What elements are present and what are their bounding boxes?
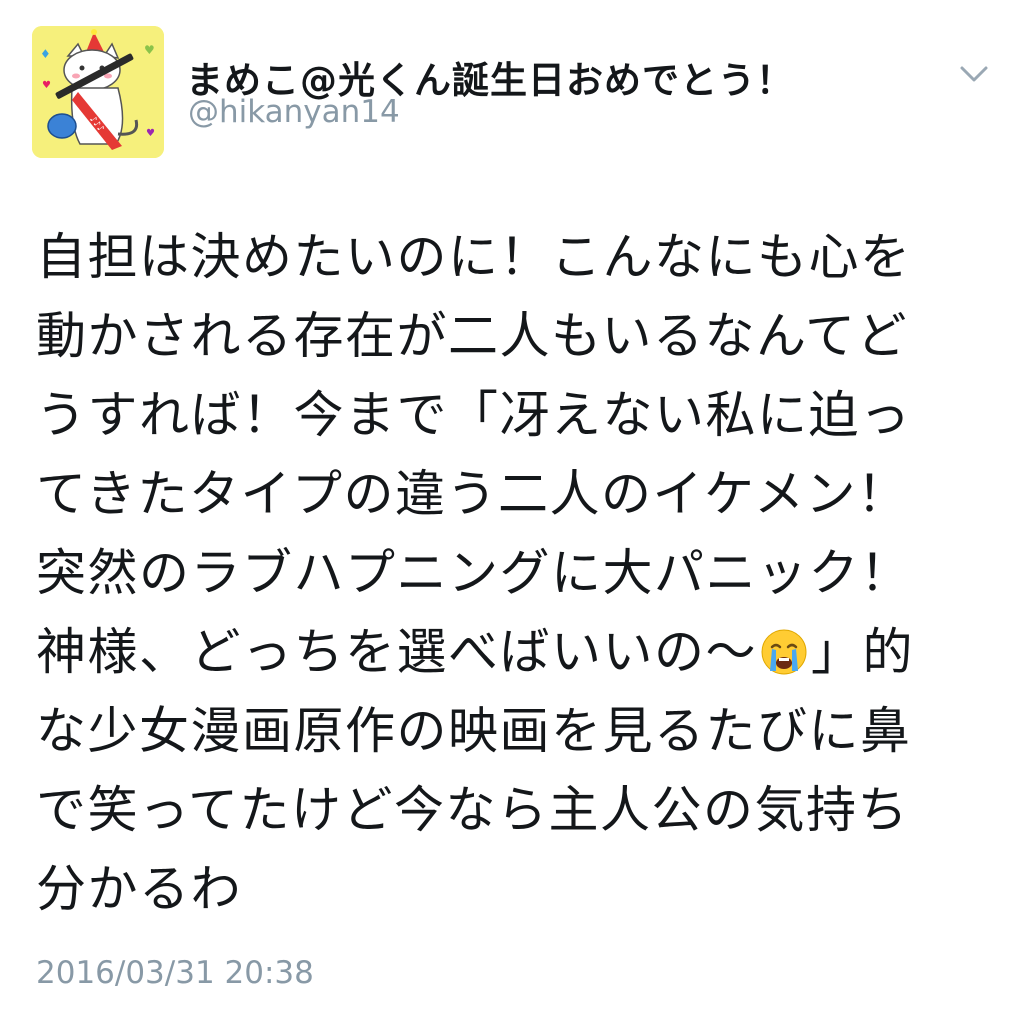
tweet-text-segment: 」的 — [811, 623, 914, 681]
chevron-down-icon[interactable] — [956, 56, 992, 92]
tweet-timestamp[interactable]: 2016/03/31 20:38 — [36, 955, 314, 991]
svg-text:♥: ♥ — [42, 80, 51, 91]
avatar[interactable]: ♦ ♥ ♥ ♥ ♪♪♪ — [32, 26, 164, 158]
svg-text:♦: ♦ — [40, 47, 51, 61]
tweet-text-line: 自担は決めたいのに！こんなにも心を — [36, 228, 912, 286]
tweet-text: 自担は決めたいのに！こんなにも心を 動かされる存在が二人もいるなんてど うすれば… — [36, 218, 986, 929]
svg-text:♥: ♥ — [144, 43, 155, 57]
tweet-text-segment: 神様、どっちを選べばいいの〜 — [36, 623, 757, 681]
tweet-text-line: 突然のラブハプニングに大パニック！ — [36, 544, 912, 602]
tweet-text-line: 神様、どっちを選べばいいの〜 」的 — [36, 613, 986, 692]
tweet-text-line: な少女漫画原作の映画を見るたびに鼻 — [36, 702, 912, 760]
loudly-crying-face-emoji-icon — [759, 621, 809, 675]
author-handle[interactable]: @hikanyan14 — [188, 94, 400, 130]
cat-with-guitar-avatar-icon: ♦ ♥ ♥ ♥ ♪♪♪ — [32, 26, 164, 158]
tweet-text-line: てきたタイプの違う二人のイケメン！ — [36, 465, 909, 523]
svg-text:♥: ♥ — [146, 128, 155, 139]
tweet-text-line: うすれば！今まで「冴えない私に迫っ — [36, 386, 912, 444]
tweet-text-line: 分かるわ — [36, 860, 242, 918]
tweet-text-line: 動かされる存在が二人もいるなんてど — [36, 307, 908, 365]
tweet-text-line: で笑ってたけど今なら主人公の気持ち — [36, 781, 909, 839]
tweet-card: ♦ ♥ ♥ ♥ ♪♪♪ まめこ@光くん誕生日おめでとう！ @hikanyan14… — [0, 0, 1020, 1024]
